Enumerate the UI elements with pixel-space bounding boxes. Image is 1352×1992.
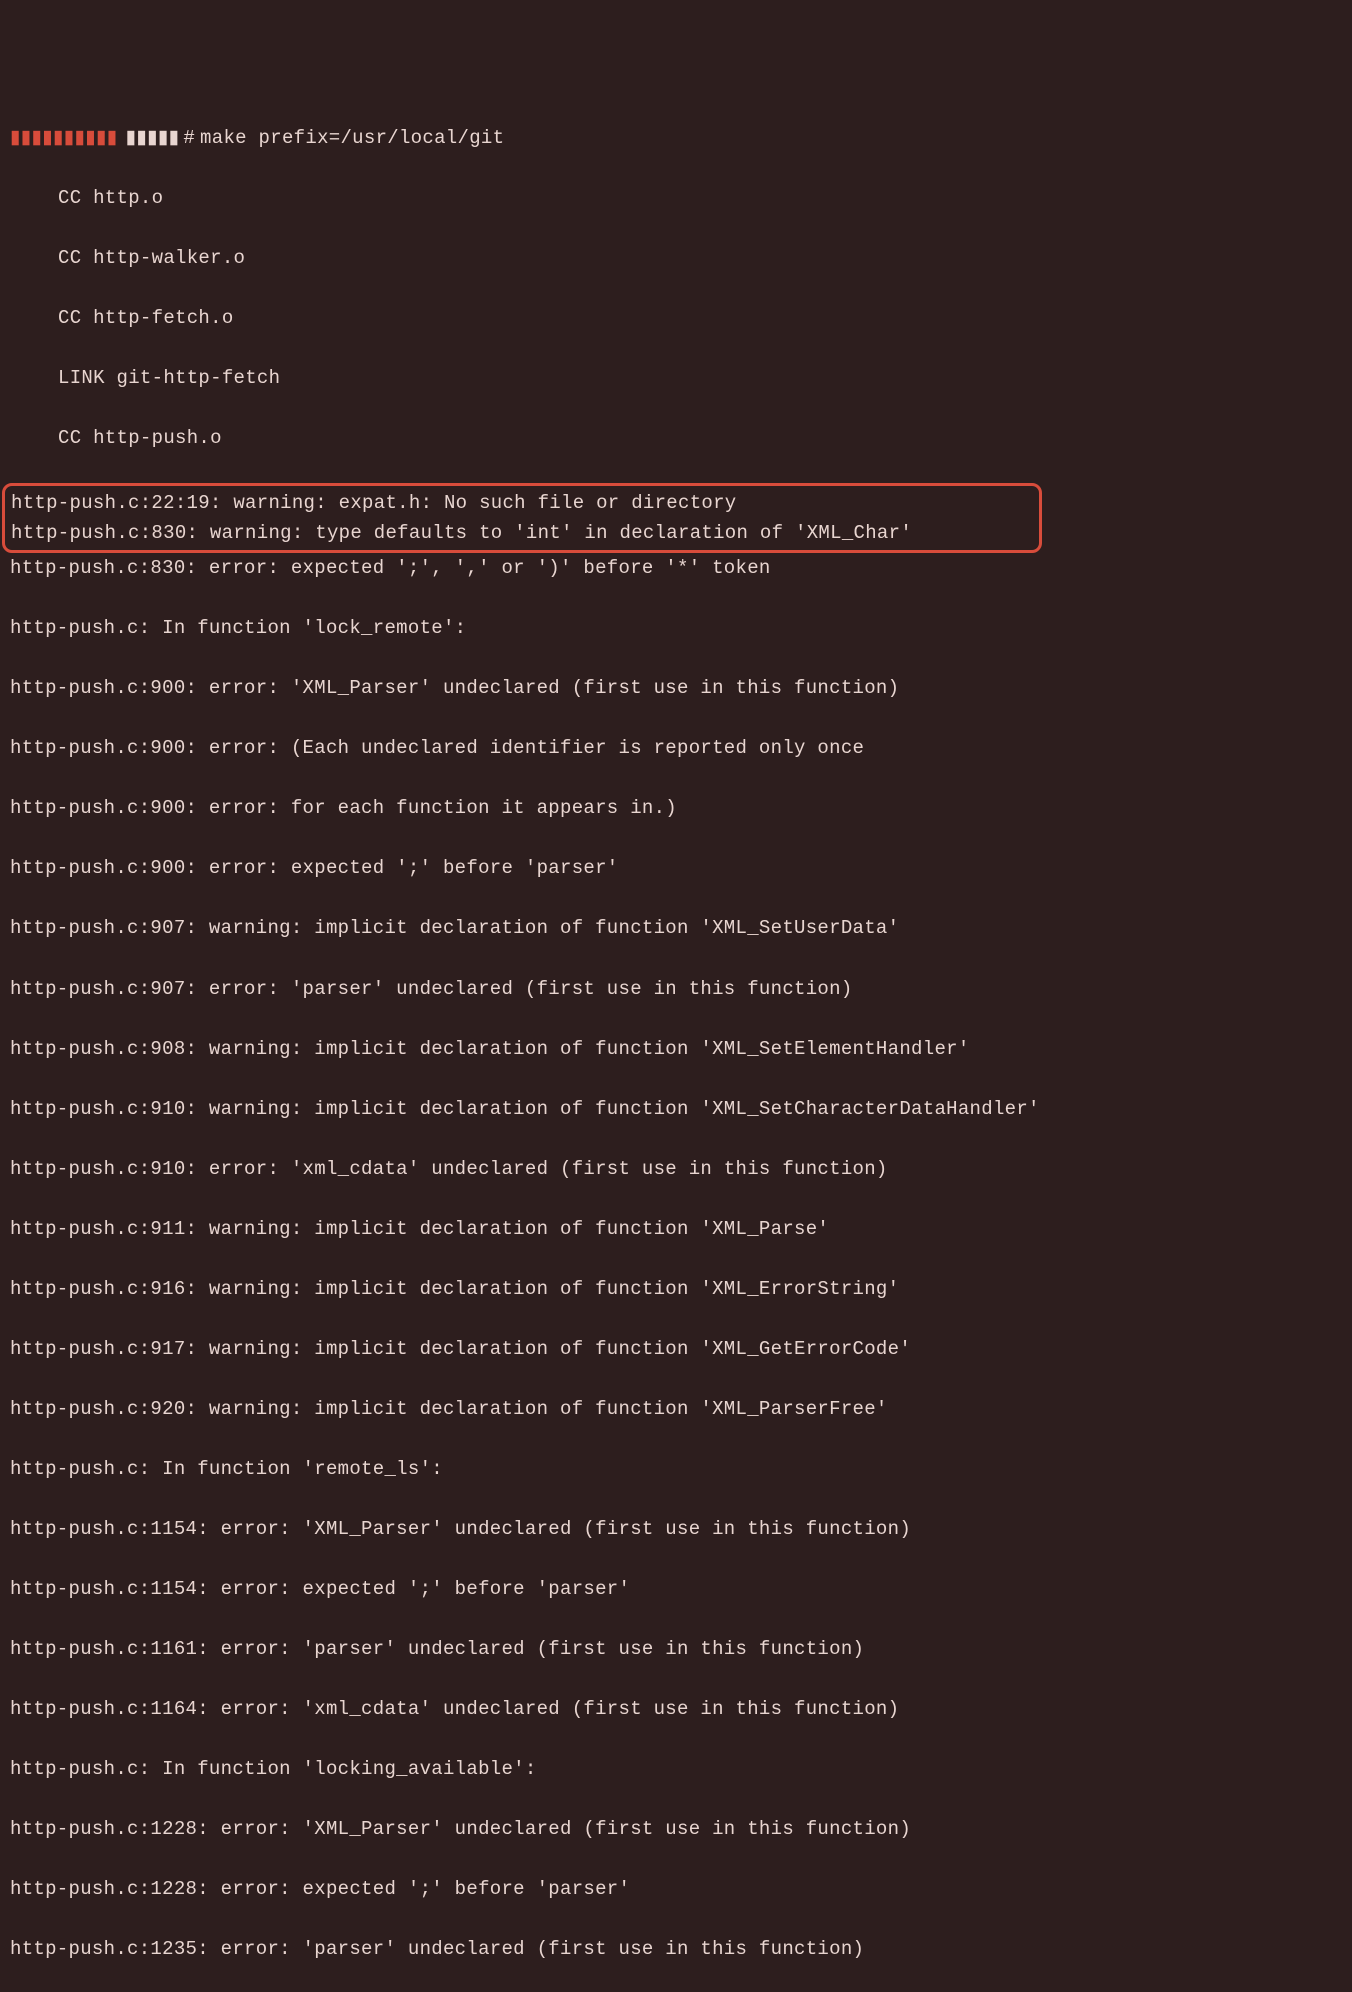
error-line: http-push.c:1228: error: expected ';' be… [10, 1874, 1342, 1904]
shell-command: make prefix=/usr/local/git [200, 123, 504, 153]
error-line: http-push.c:900: error: (Each undeclared… [10, 733, 1342, 763]
error-line: http-push.c: In function 'remote_ls': [10, 1454, 1342, 1484]
error-line: http-push.c:1164: error: 'xml_cdata' und… [10, 1694, 1342, 1724]
warning-line: http-push.c:830: warning: type defaults … [11, 518, 1033, 548]
error-line: http-push.c:1154: error: 'XML_Parser' un… [10, 1514, 1342, 1544]
error-line: http-push.c:1235: error: 'parser' undecl… [10, 1934, 1342, 1964]
warning-line: http-push.c:22:19: warning: expat.h: No … [11, 488, 1033, 518]
prompt-host-redacted: ▮▮▮▮▮▮▮▮▮▮ [10, 123, 118, 153]
error-line: http-push.c:917: warning: implicit decla… [10, 1334, 1342, 1364]
compile-output-line: CC http-fetch.o [10, 303, 1342, 333]
error-line: http-push.c:907: error: 'parser' undecla… [10, 974, 1342, 1004]
prompt-symbol: # [183, 123, 195, 153]
error-line: http-push.c: In function 'lock_remote': [10, 613, 1342, 643]
error-line: http-push.c:916: warning: implicit decla… [10, 1274, 1342, 1304]
error-line: http-push.c:910: error: 'xml_cdata' unde… [10, 1154, 1342, 1184]
error-line: http-push.c:907: warning: implicit decla… [10, 913, 1342, 943]
warning-highlight-box: http-push.c:22:19: warning: expat.h: No … [2, 483, 1042, 553]
error-line: http-push.c:1161: error: 'parser' undecl… [10, 1634, 1342, 1664]
error-line: http-push.c:910: warning: implicit decla… [10, 1094, 1342, 1124]
terminal-prompt-line: ▮▮▮▮▮▮▮▮▮▮ ▮▮▮▮▮ # make prefix=/usr/loca… [10, 123, 1342, 153]
error-line: http-push.c:908: warning: implicit decla… [10, 1034, 1342, 1064]
error-line: http-push.c:900: error: expected ';' bef… [10, 853, 1342, 883]
error-line: http-push.c: In function 'locking_availa… [10, 1754, 1342, 1784]
error-line: http-push.c:1154: error: expected ';' be… [10, 1574, 1342, 1604]
error-line: http-push.c:911: warning: implicit decla… [10, 1214, 1342, 1244]
error-line: http-push.c:830: error: expected ';', ',… [10, 553, 1342, 583]
compile-output-line: LINK git-http-fetch [10, 363, 1342, 393]
error-line: http-push.c:920: warning: implicit decla… [10, 1394, 1342, 1424]
error-line: http-push.c:1228: error: 'XML_Parser' un… [10, 1814, 1342, 1844]
compile-output-line: CC http-push.o [10, 423, 1342, 453]
compile-output-line: CC http.o [10, 183, 1342, 213]
error-line: http-push.c:900: error: for each functio… [10, 793, 1342, 823]
compile-output-line: CC http-walker.o [10, 243, 1342, 273]
error-line: http-push.c:900: error: 'XML_Parser' und… [10, 673, 1342, 703]
prompt-path-redacted: ▮▮▮▮▮ [126, 123, 180, 153]
